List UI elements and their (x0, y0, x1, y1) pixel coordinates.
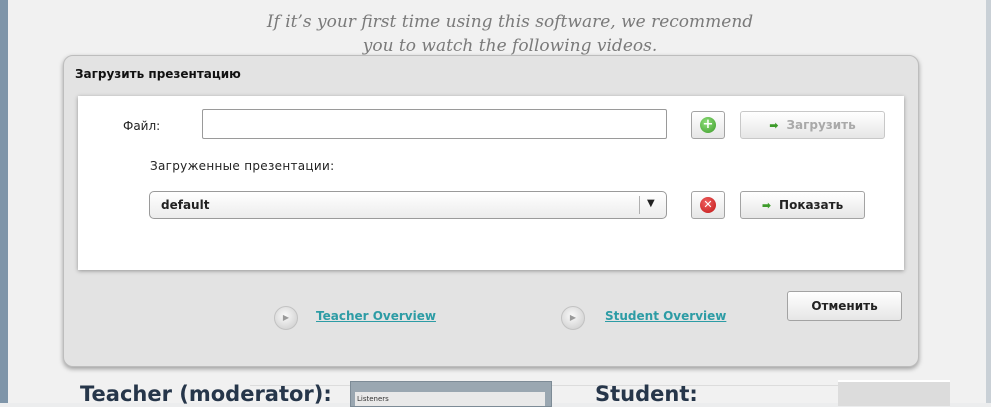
cancel-button-label: Отменить (811, 299, 878, 313)
intro-line-1: If it’s your first time using this softw… (266, 12, 754, 32)
x-circle-icon: ✕ (700, 197, 716, 213)
teacher-overview-link[interactable]: Teacher Overview (316, 309, 436, 323)
section-divider (250, 385, 870, 386)
cancel-button[interactable]: Отменить (787, 291, 902, 321)
upload-button[interactable]: ➡ Загрузить (740, 111, 885, 139)
selected-presentation: default (161, 198, 210, 212)
add-file-button[interactable]: + (691, 111, 725, 139)
loaded-presentations-label: Загруженные презентации: (150, 159, 335, 173)
window-left-frame (0, 0, 8, 403)
show-button[interactable]: ➡ Показать (740, 191, 865, 219)
plus-circle-icon: + (700, 117, 716, 133)
select-divider (639, 196, 640, 214)
upload-panel: Файл: + ➡ Загрузить Загруженные презента… (78, 96, 904, 270)
teacher-preview-image: Listeners (350, 381, 552, 407)
upload-button-label: Загрузить (786, 118, 856, 132)
chevron-down-icon[interactable]: ▼ (647, 198, 655, 209)
window-right-frame (986, 0, 991, 403)
student-overview-link[interactable]: Student Overview (605, 309, 726, 323)
file-input[interactable] (202, 109, 667, 139)
delete-presentation-button[interactable]: ✕ (691, 191, 725, 219)
student-heading: Student: (595, 382, 698, 406)
student-play-icon[interactable]: ▶ (561, 306, 585, 330)
file-label: Файл: (123, 119, 161, 133)
student-preview-image (838, 380, 950, 406)
teacher-heading: Teacher (moderator): (80, 382, 332, 406)
intro-text: If it’s your first time using this softw… (200, 10, 820, 58)
presentation-select[interactable]: default ▼ (149, 191, 667, 219)
show-button-label: Показать (779, 198, 844, 212)
arrow-right-icon: ➡ (769, 118, 779, 132)
preview-listeners-text: Listeners (355, 392, 545, 406)
teacher-play-icon[interactable]: ▶ (274, 306, 298, 330)
dialog-title: Загрузить презентацию (75, 67, 241, 81)
arrow-right-icon: ➡ (761, 198, 772, 212)
